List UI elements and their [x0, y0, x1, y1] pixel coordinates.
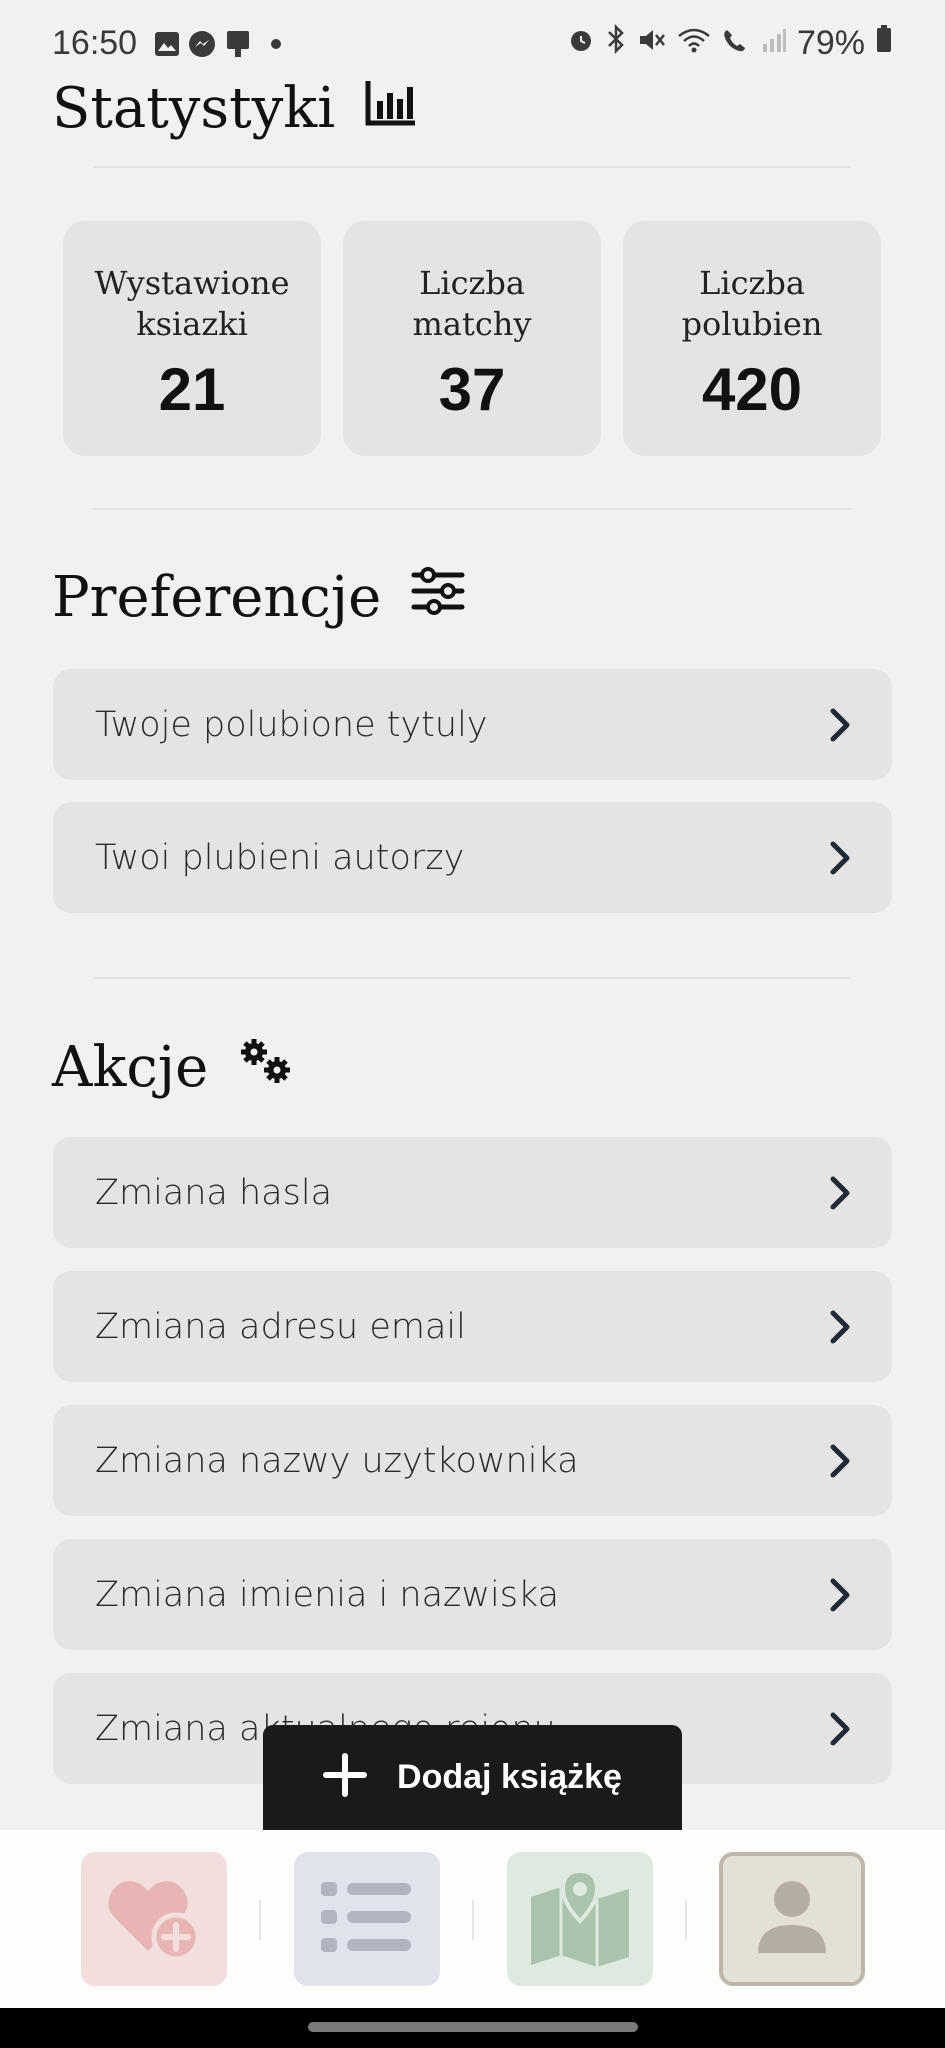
home-indicator[interactable] — [308, 2022, 638, 2032]
chevron-right-icon — [828, 1175, 852, 1211]
dot-icon — [262, 30, 284, 63]
row-label: Zmiana adresu email — [95, 1306, 466, 1347]
nav-like-add[interactable] — [81, 1852, 227, 1986]
stat-card-matches: Liczba matchy 37 — [343, 221, 601, 456]
nav-separator — [259, 1900, 261, 1940]
row-label: Twoi plubieni autorzy — [95, 837, 465, 878]
add-book-button[interactable]: Dodaj książkę — [263, 1725, 682, 1830]
wifi-icon — [677, 24, 711, 63]
stat-value: 37 — [438, 356, 506, 423]
nav-separator — [685, 1900, 687, 1940]
user-icon — [752, 1877, 832, 1962]
action-row-change-username[interactable]: Zmiana nazwy uzytkownika — [53, 1405, 892, 1516]
divider — [93, 508, 851, 510]
chevron-right-icon — [828, 1711, 852, 1747]
battery-text: 79% — [796, 24, 865, 62]
stats-title: Statystyki — [52, 76, 336, 141]
actions-section-title: Akcje — [52, 1035, 294, 1100]
stat-value: 420 — [701, 356, 803, 423]
preferences-title: Preferencje — [52, 565, 382, 630]
divider — [93, 977, 851, 979]
device-icon — [224, 30, 254, 63]
pref-row-liked-authors[interactable]: Twoi plubieni autorzy — [53, 802, 892, 913]
gears-icon — [238, 1035, 294, 1100]
chevron-right-icon — [828, 1309, 852, 1345]
nav-separator — [472, 1900, 474, 1940]
action-row-change-name[interactable]: Zmiana imienia i nazwiska — [53, 1539, 892, 1650]
bar-chart-icon — [365, 76, 417, 141]
divider — [93, 166, 851, 168]
list-icon — [319, 1878, 415, 1961]
stat-label: Liczba polubien — [681, 264, 823, 343]
signal-icon — [761, 24, 787, 63]
chevron-right-icon — [828, 840, 852, 876]
action-row-change-email[interactable]: Zmiana adresu email — [53, 1271, 892, 1382]
nav-list[interactable] — [294, 1852, 440, 1986]
status-left-icons — [154, 30, 284, 63]
row-label: Zmiana hasla — [95, 1172, 333, 1213]
stat-card-likes: Liczba polubien 420 — [623, 221, 881, 456]
stat-label: Wystawione ksiazki — [94, 264, 290, 343]
heart-plus-icon — [104, 1871, 204, 1968]
map-pin-icon — [527, 1867, 633, 1972]
pref-row-liked-titles[interactable]: Twoje polubione tytuly — [53, 669, 892, 780]
action-row-change-password[interactable]: Zmiana hasla — [53, 1137, 892, 1248]
chevron-right-icon — [828, 1443, 852, 1479]
add-book-label: Dodaj książkę — [397, 1758, 622, 1796]
nav-profile[interactable] — [719, 1852, 865, 1986]
status-right: 79% — [567, 23, 893, 63]
sliders-icon — [411, 565, 465, 630]
wifi-call-icon — [721, 24, 751, 63]
row-label: Zmiana imienia i nazwiska — [95, 1574, 560, 1615]
row-label: Twoje polubione tytuly — [95, 704, 488, 745]
chevron-right-icon — [828, 1577, 852, 1613]
battery-icon — [875, 24, 893, 63]
status-time: 16:50 — [52, 24, 138, 62]
stat-card-listed-books: Wystawione ksiazki 21 — [63, 221, 321, 456]
chevron-right-icon — [828, 707, 852, 743]
stat-value: 21 — [158, 356, 226, 423]
alarm-icon — [567, 24, 595, 63]
bottom-nav — [0, 1830, 945, 2008]
row-label: Zmiana nazwy uzytkownika — [95, 1440, 579, 1481]
messenger-icon — [188, 30, 216, 63]
image-icon — [154, 31, 180, 62]
nav-map[interactable] — [507, 1852, 653, 1986]
stat-label: Liczba matchy — [412, 264, 532, 343]
stats-section-title: Statystyki — [52, 76, 417, 141]
mute-icon — [637, 24, 667, 63]
plus-icon — [323, 1753, 368, 1802]
bluetooth-icon — [605, 23, 627, 63]
preferences-section-title: Preferencje — [52, 565, 465, 630]
actions-title: Akcje — [52, 1035, 209, 1100]
